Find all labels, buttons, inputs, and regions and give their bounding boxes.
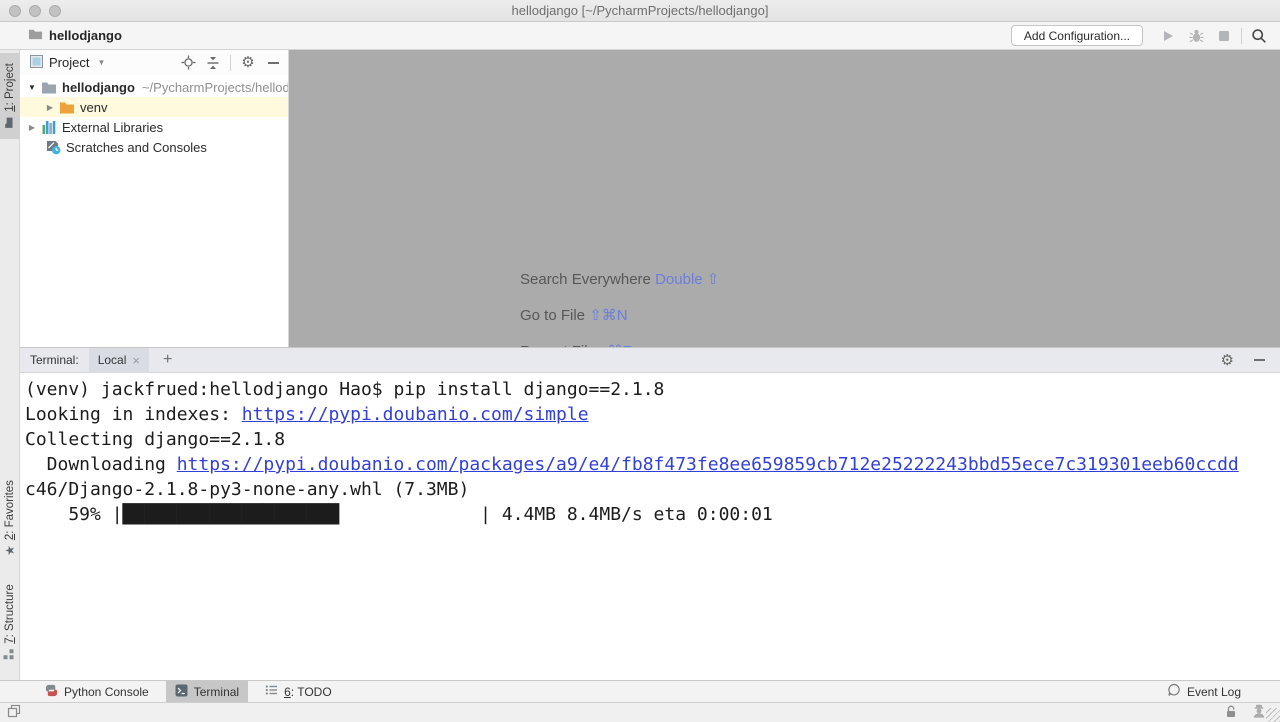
shortcut-hints: Search Everywhere Double ⇧ Go to File ⇧⌘… xyxy=(520,270,719,347)
editor-area: Search Everywhere Double ⇧ Go to File ⇧⌘… xyxy=(289,50,1280,347)
tree-root-label: hellodjango xyxy=(62,80,135,95)
sidebar-tab-project[interactable]: 1: Project xyxy=(0,53,20,139)
terminal-panel: Terminal: Local × + ⚙ (venv) jackfrued:h… xyxy=(20,347,1280,680)
debug-bug-icon[interactable] xyxy=(1185,25,1207,47)
breadcrumb-label: hellodjango xyxy=(49,28,122,43)
libraries-icon xyxy=(41,120,57,135)
folder-icon xyxy=(41,80,57,94)
terminal-line: (venv) jackfrued:hellodjango Hao$ pip in… xyxy=(25,377,1280,402)
terminal-line: Downloading https://pypi.doubanio.com/pa… xyxy=(25,452,1280,477)
terminal-tab-bar: Terminal: Local × + ⚙ xyxy=(20,347,1280,373)
terminal-link[interactable]: https://pypi.doubanio.com/simple xyxy=(242,404,589,425)
terminal-line: Collecting django==2.1.8 xyxy=(25,427,1280,452)
sidebar-tab-structure[interactable]: 7: Structure xyxy=(0,574,20,670)
terminal-button[interactable]: Terminal xyxy=(166,681,248,703)
status-bar xyxy=(0,702,1280,722)
search-everywhere-icon[interactable] xyxy=(1248,25,1270,47)
collapse-all-icon[interactable] xyxy=(204,54,222,72)
project-tab-folder-icon xyxy=(3,117,17,129)
gear-icon[interactable]: ⚙ xyxy=(239,54,257,72)
python-console-button[interactable]: Python Console xyxy=(36,681,158,703)
run-icon[interactable] xyxy=(1157,25,1179,47)
terminal-line: Looking in indexes: https://pypi.doubani… xyxy=(25,402,1280,427)
left-tool-stripe: 1: Project ★ 2: Favorites 7: Structure xyxy=(0,50,20,680)
sidebar-tab-favorites[interactable]: ★ 2: Favorites xyxy=(0,468,20,568)
terminal-button-label: Terminal xyxy=(194,685,239,699)
project-tab-label: 1: Project xyxy=(4,63,16,112)
chevron-down-icon: ▼ xyxy=(97,58,105,67)
tree-external-libraries-label: External Libraries xyxy=(62,120,163,135)
close-tab-icon[interactable]: × xyxy=(132,354,140,367)
hide-panel-icon[interactable] xyxy=(264,54,282,72)
tree-scratches-label: Scratches and Consoles xyxy=(66,140,207,155)
python-console-icon xyxy=(45,684,58,700)
chevron-expanded-icon[interactable]: ▼ xyxy=(26,83,38,92)
tree-venv-label: venv xyxy=(80,100,107,115)
hector-inspections-icon[interactable] xyxy=(1252,704,1266,721)
pycharm-window: hellodjango [~/PycharmProjects/hellodjan… xyxy=(0,0,1280,722)
hint-search-everywhere: Search Everywhere Double ⇧ xyxy=(520,270,719,288)
venv-folder-icon xyxy=(59,100,75,114)
project-tree: ▼ hellodjango ~/PycharmProjects/hellodja… xyxy=(20,77,288,157)
project-view-icon xyxy=(30,55,43,71)
tree-row-scratches[interactable]: Scratches and Consoles xyxy=(20,137,288,157)
structure-icon xyxy=(3,649,17,660)
unlocked-padlock-icon[interactable] xyxy=(1224,704,1238,721)
stop-icon[interactable] xyxy=(1213,25,1235,47)
tree-root-path: ~/PycharmProjects/hellodjango xyxy=(142,80,288,95)
project-panel-header: Project ▼ xyxy=(20,50,288,75)
favorites-tab-label: 2: Favorites xyxy=(4,480,16,540)
resize-grip[interactable] xyxy=(1266,708,1280,722)
terminal-line: c46/Django-2.1.8-py3-none-any.whl (7.3MB… xyxy=(25,477,1280,502)
terminal-panel-label: Terminal: xyxy=(30,353,79,367)
event-log-button[interactable]: Event Log xyxy=(1158,681,1250,703)
scratches-icon xyxy=(45,139,61,155)
window-title: hellodjango [~/PycharmProjects/hellodjan… xyxy=(0,3,1280,18)
terminal-tab-label: Local xyxy=(98,353,127,367)
add-configuration-button[interactable]: Add Configuration... xyxy=(1011,25,1143,46)
new-terminal-session-icon[interactable]: + xyxy=(163,352,172,368)
tool-window-switcher-icon[interactable] xyxy=(7,704,21,721)
event-log-balloon-icon xyxy=(1167,683,1181,700)
terminal-output[interactable]: (venv) jackfrued:hellodjango Hao$ pip in… xyxy=(20,373,1280,679)
favorites-star-icon: ★ xyxy=(3,545,17,556)
terminal-link[interactable]: https://pypi.doubanio.com/packages/a9/e4… xyxy=(177,454,1239,475)
tree-row-root[interactable]: ▼ hellodjango ~/PycharmProjects/hellodja… xyxy=(20,77,288,97)
terminal-progress-line: 59% |████████████████████ | 4.4MB 8.4MB/… xyxy=(25,502,1280,527)
todo-list-icon xyxy=(265,684,278,699)
header-separator xyxy=(230,55,231,71)
breadcrumb[interactable]: hellodjango xyxy=(28,27,122,44)
toolbar-right: Add Configuration... xyxy=(1011,25,1270,47)
project-view-selector[interactable]: Project ▼ xyxy=(30,55,105,71)
project-panel-title: Project xyxy=(49,55,89,70)
event-log-label: Event Log xyxy=(1187,685,1241,699)
todo-button[interactable]: 6: TODO xyxy=(256,681,341,703)
project-panel: Project ▼ xyxy=(20,50,289,347)
tool-window-bar: Python Console Terminal xyxy=(0,680,1280,702)
terminal-settings-gear-icon[interactable]: ⚙ xyxy=(1221,353,1234,368)
terminal-icon xyxy=(175,684,188,700)
locate-file-icon[interactable] xyxy=(179,54,197,72)
python-console-label: Python Console xyxy=(64,685,149,699)
todo-button-label: 6: TODO xyxy=(284,685,332,699)
tree-row-venv[interactable]: ▶ venv xyxy=(20,97,288,117)
folder-icon xyxy=(28,27,43,44)
toolbar-separator xyxy=(1241,28,1242,44)
terminal-tab-local[interactable]: Local × xyxy=(89,348,149,373)
main-toolbar: hellodjango Add Configuration... xyxy=(0,22,1280,50)
titlebar: hellodjango [~/PycharmProjects/hellodjan… xyxy=(0,0,1280,22)
structure-tab-label: 7: Structure xyxy=(4,584,16,643)
hint-go-to-file: Go to File ⇧⌘N xyxy=(520,306,719,324)
hide-terminal-icon[interactable] xyxy=(1250,351,1268,369)
chevron-collapsed-icon[interactable]: ▶ xyxy=(26,123,38,132)
tree-row-external-libraries[interactable]: ▶ External Libraries xyxy=(20,117,288,137)
chevron-collapsed-icon[interactable]: ▶ xyxy=(44,103,56,112)
